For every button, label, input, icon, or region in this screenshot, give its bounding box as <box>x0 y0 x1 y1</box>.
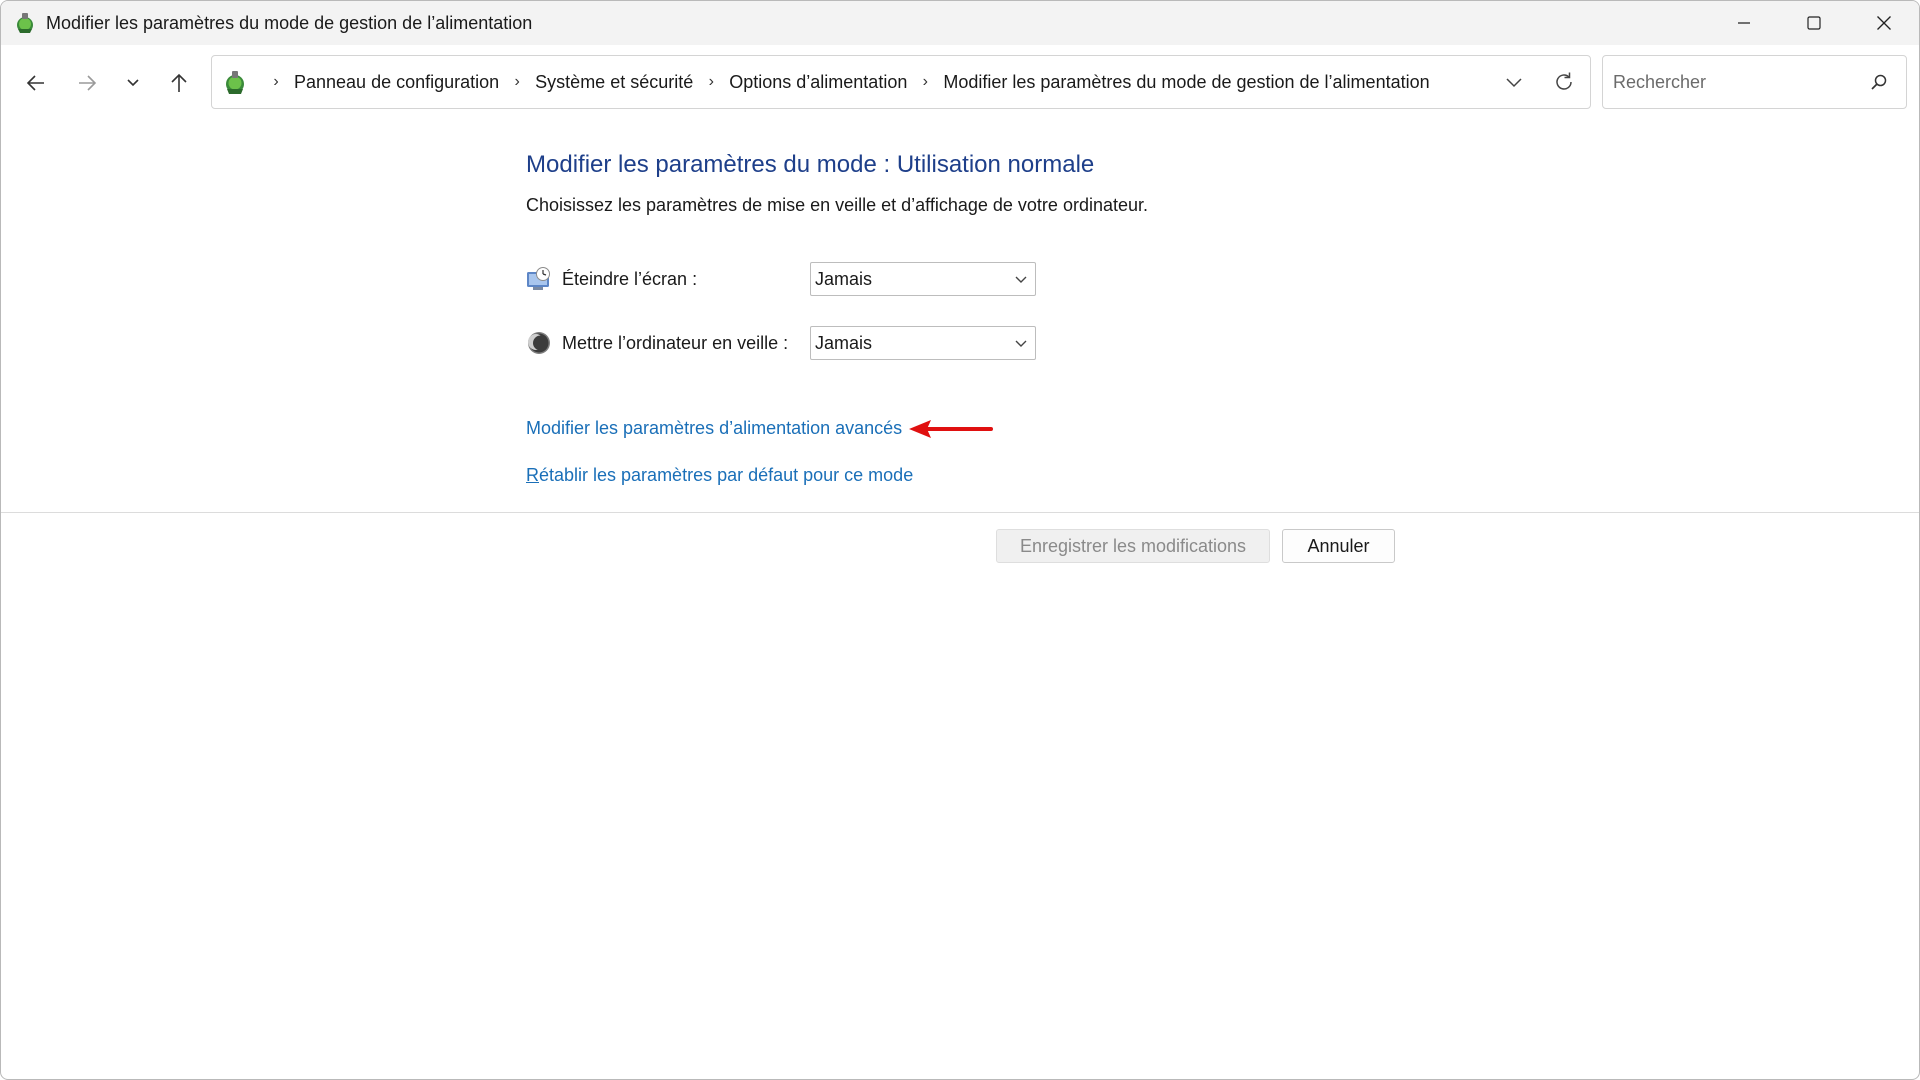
restore-defaults-label: établir les paramètres par défaut pour c… <box>539 465 914 485</box>
breadcrumb-separator[interactable]: › <box>269 73 283 91</box>
arrow-up-icon <box>171 73 187 92</box>
breadcrumb-separator[interactable]: › <box>510 73 524 91</box>
close-icon <box>1877 16 1891 30</box>
address-bar[interactable]: › Panneau de configuration › Système et … <box>211 55 1591 109</box>
breadcrumb-separator[interactable]: › <box>918 73 932 91</box>
cancel-button[interactable]: Annuler <box>1282 529 1395 563</box>
chevron-down-icon <box>1506 78 1522 88</box>
arrow-left-icon <box>26 75 44 91</box>
maximize-icon <box>1807 16 1821 30</box>
chevron-down-icon <box>1015 276 1027 283</box>
page-subtitle: Choisissez les paramètres de mise en vei… <box>526 195 1149 215</box>
refresh-button[interactable] <box>1550 68 1578 96</box>
control-panel-window: Modifier les paramètres du mode de gesti… <box>0 0 1920 1080</box>
back-button[interactable] <box>16 63 56 103</box>
chevron-down-icon <box>127 79 139 87</box>
display-off-value: Jamais <box>815 268 873 289</box>
annotation-arrow-icon <box>909 420 993 438</box>
page-title: Modifier les paramètres du mode : Utilis… <box>526 151 1095 178</box>
sleep-moon-icon <box>528 332 550 354</box>
arrow-right-icon <box>79 75 97 91</box>
recent-locations-button[interactable] <box>113 63 153 103</box>
chevron-down-icon <box>1015 340 1027 347</box>
save-changes-button[interactable]: Enregistrer les modifications <box>996 529 1270 563</box>
maximize-button[interactable] <box>1779 1 1849 45</box>
window-title: Modifier les paramètres du mode de gesti… <box>46 13 533 33</box>
search-icon[interactable] <box>1867 70 1891 94</box>
breadcrumb-power-options[interactable]: Options d’alimentation <box>729 72 907 93</box>
breadcrumb-separator[interactable]: › <box>704 73 718 91</box>
up-button[interactable] <box>159 63 199 103</box>
display-off-icon <box>527 267 550 290</box>
footer-divider <box>1 512 1919 513</box>
setting-row-display: Éteindre l’écran : Jamais <box>526 262 1036 296</box>
control-panel-icon <box>226 71 244 94</box>
refresh-icon <box>1556 72 1572 90</box>
breadcrumb-edit-plan-settings[interactable]: Modifier les paramètres du mode de gesti… <box>943 72 1429 93</box>
restore-defaults-accesskey: R <box>526 465 539 485</box>
sleep-label: Mettre l’ordinateur en veille : <box>562 332 789 353</box>
close-button[interactable] <box>1849 1 1919 45</box>
minimize-icon <box>1738 22 1750 24</box>
breadcrumb-system-security[interactable]: Système et sécurité <box>535 72 693 93</box>
restore-defaults-link[interactable]: Rétablir les paramètres par défaut pour … <box>526 465 913 486</box>
advanced-power-settings-link[interactable]: Modifier les paramètres d’alimentation a… <box>526 418 902 439</box>
navigation-bar: › Panneau de configuration › Système et … <box>1 45 1919 121</box>
address-history-dropdown[interactable] <box>1500 68 1528 96</box>
search-box[interactable] <box>1602 55 1907 109</box>
breadcrumb: › Panneau de configuration › Système et … <box>258 56 1429 108</box>
search-input[interactable] <box>1613 68 1853 96</box>
title-bar: Modifier les paramètres du mode de gesti… <box>1 1 1919 45</box>
setting-row-sleep: Mettre l’ordinateur en veille : Jamais <box>526 326 1036 360</box>
breadcrumb-control-panel[interactable]: Panneau de configuration <box>294 72 499 93</box>
sleep-select[interactable]: Jamais <box>810 326 1036 360</box>
sleep-value: Jamais <box>815 332 873 353</box>
forward-button[interactable] <box>67 63 107 103</box>
display-off-label: Éteindre l’écran : <box>562 268 698 289</box>
display-off-select[interactable]: Jamais <box>810 262 1036 296</box>
power-options-app-icon <box>17 13 33 33</box>
minimize-button[interactable] <box>1709 1 1779 45</box>
